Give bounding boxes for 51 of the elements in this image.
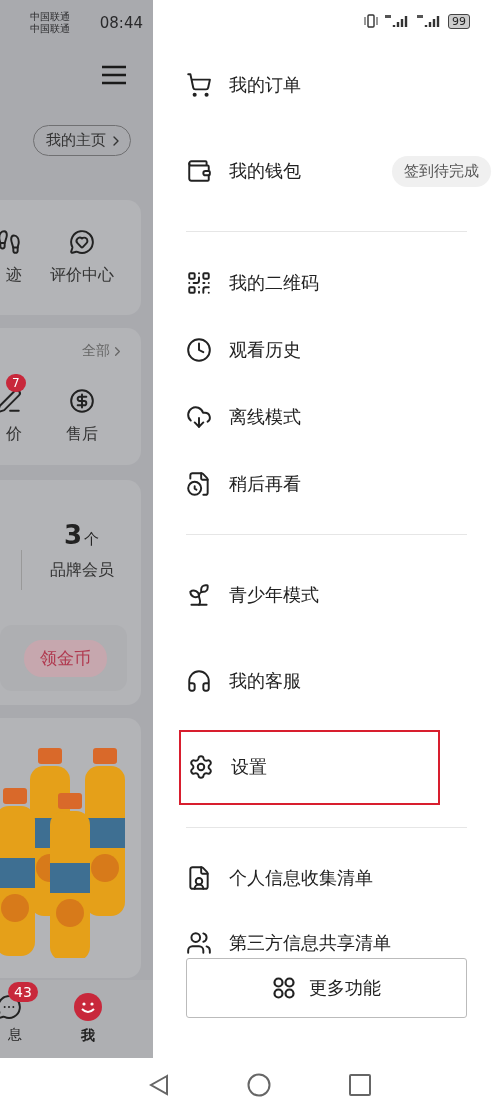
- menu-item[interactable]: 第三方信息共享清单: [229, 930, 391, 955]
- more-functions-button[interactable]: 更多功能: [186, 958, 467, 1018]
- count-unit: 个: [84, 529, 100, 549]
- wallet-icon: [186, 158, 212, 184]
- signal-icon: [384, 14, 410, 28]
- count-badge: 7: [6, 374, 26, 392]
- file-clock-icon: [186, 470, 212, 497]
- people-icon: [186, 929, 212, 956]
- home-icon[interactable]: [247, 1072, 271, 1097]
- tab-label[interactable]: 我: [80, 1027, 95, 1045]
- clock-time: 08:44: [99, 13, 143, 32]
- document-user-icon: [186, 864, 212, 891]
- member-label: 品牌会员: [49, 559, 114, 581]
- headphones-icon: [186, 668, 212, 694]
- menu-item[interactable]: 青少年模式: [229, 583, 319, 607]
- menu-item[interactable]: 我的二维码: [229, 270, 319, 295]
- menu-item[interactable]: 我的订单: [229, 73, 301, 97]
- count-badge: 43: [8, 982, 38, 1002]
- shortcut-label[interactable]: 评价中心: [49, 265, 114, 286]
- footprints-icon: [0, 229, 22, 255]
- shortcut-label[interactable]: 迹: [6, 265, 22, 286]
- clock-icon: [186, 336, 212, 363]
- carrier-name: 中国联通: [30, 22, 70, 35]
- menu-item[interactable]: 稍后再看: [229, 471, 301, 496]
- recents-icon[interactable]: [349, 1073, 371, 1096]
- qr-code-icon: [186, 269, 212, 296]
- tab-label[interactable]: 息: [8, 1026, 22, 1044]
- carrier-name: 中国联通: [30, 10, 70, 23]
- settings-icon: [188, 754, 214, 780]
- status-tag: 签到待完成: [392, 155, 491, 187]
- sprout-icon: [186, 582, 212, 608]
- order-label[interactable]: 价: [6, 424, 22, 445]
- back-icon[interactable]: [149, 1073, 169, 1096]
- signal-icon: [416, 14, 442, 28]
- menu-item[interactable]: 观看历史: [229, 337, 301, 362]
- menu-item[interactable]: 个人信息收集清单: [229, 865, 373, 890]
- vibrate-icon: [364, 14, 378, 28]
- menu-item[interactable]: 我的钱包: [229, 159, 301, 183]
- smile-icon: [73, 993, 102, 1021]
- member-count: 3: [63, 519, 83, 550]
- heart-bubble-icon: [68, 229, 95, 255]
- grid-icon: [272, 977, 295, 999]
- menu-icon[interactable]: [101, 65, 127, 85]
- menu-item[interactable]: 我的客服: [229, 669, 301, 693]
- cloud-download-icon: [186, 403, 212, 430]
- battery-level: 99: [448, 13, 470, 29]
- menu-item[interactable]: 离线模式: [229, 404, 301, 429]
- cart-icon: [186, 72, 212, 98]
- coin-icon: [68, 388, 95, 414]
- order-label[interactable]: 售后: [65, 424, 98, 445]
- menu-item[interactable]: 设置: [231, 755, 267, 779]
